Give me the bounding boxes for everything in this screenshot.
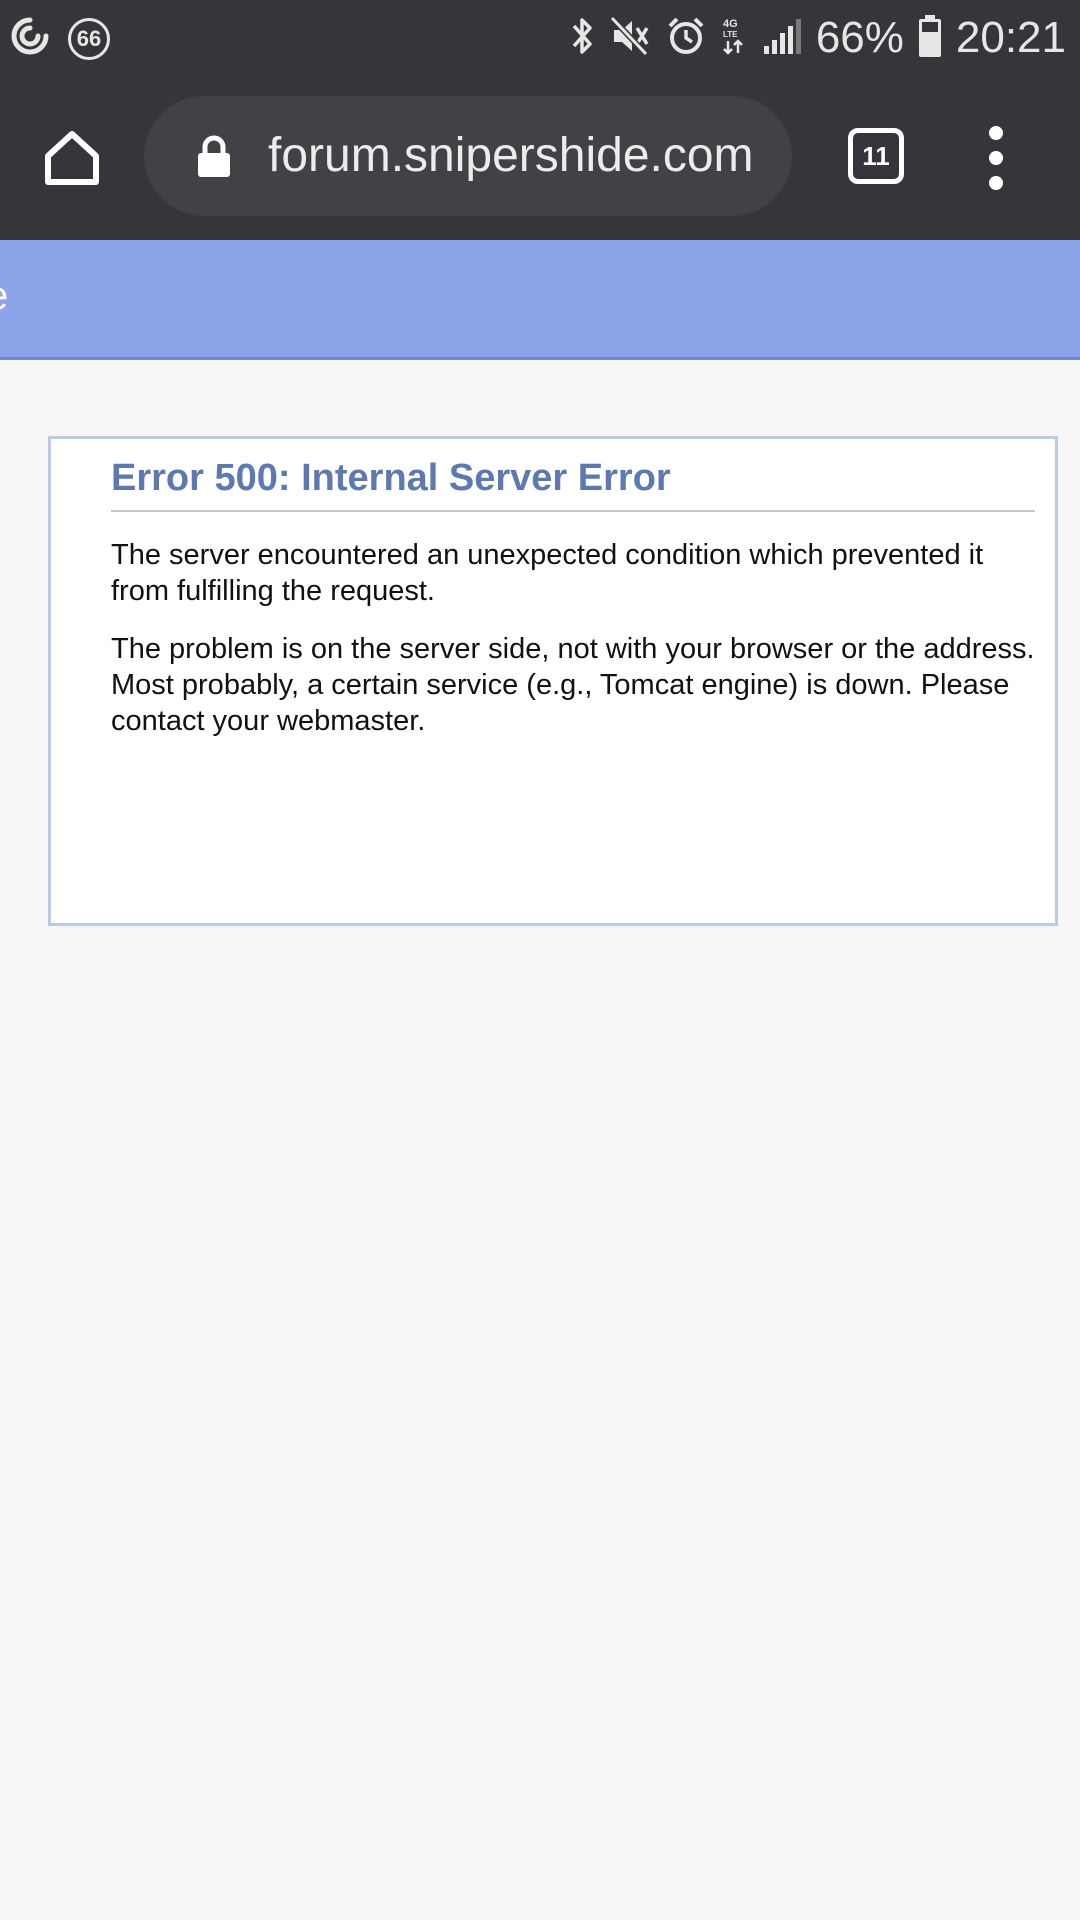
status-left: 66 xyxy=(8,14,110,63)
site-header: e xyxy=(0,240,1080,360)
home-button[interactable] xyxy=(40,126,104,190)
sync-icon xyxy=(8,14,52,63)
menu-dot xyxy=(989,151,1003,165)
notification-badge-icon: 66 xyxy=(68,17,110,60)
more-menu-button[interactable] xyxy=(978,126,1014,190)
menu-dot xyxy=(989,126,1003,140)
status-bar: 66 4G LTE 66% 20:21 xyxy=(0,0,1080,76)
status-right: 4G LTE 66% 20:21 xyxy=(570,8,1066,68)
signal-icon xyxy=(762,18,802,59)
alarm-icon xyxy=(666,16,706,61)
error-title: Error 500: Internal Server Error xyxy=(111,457,1035,512)
url-text[interactable]: forum.snipershide.com xyxy=(268,124,754,188)
home-icon xyxy=(45,131,99,185)
error-explanation: The problem is on the server side, not w… xyxy=(111,633,1035,737)
bluetooth-icon xyxy=(570,16,596,61)
mute-icon xyxy=(609,15,652,61)
error-description: The server encountered an unexpected con… xyxy=(111,539,984,607)
tabs-button[interactable]: 11 xyxy=(848,128,904,184)
address-bar[interactable]: forum.snipershide.com xyxy=(144,96,792,216)
battery-percent: 66% xyxy=(815,13,904,62)
lock-icon[interactable] xyxy=(196,134,232,178)
svg-text:LTE: LTE xyxy=(723,30,738,39)
browser-toolbar: forum.snipershide.com 11 xyxy=(0,76,1080,240)
battery-icon xyxy=(918,14,942,62)
menu-dot xyxy=(989,176,1003,190)
svg-text:4G: 4G xyxy=(723,18,738,30)
clock: 20:21 xyxy=(955,13,1066,62)
header-edge-text: e xyxy=(0,274,8,319)
error-box: Error 500: Internal Server Error The ser… xyxy=(48,436,1058,926)
tab-count: 11 xyxy=(862,140,890,171)
network-4g-icon: 4G LTE xyxy=(720,15,748,62)
